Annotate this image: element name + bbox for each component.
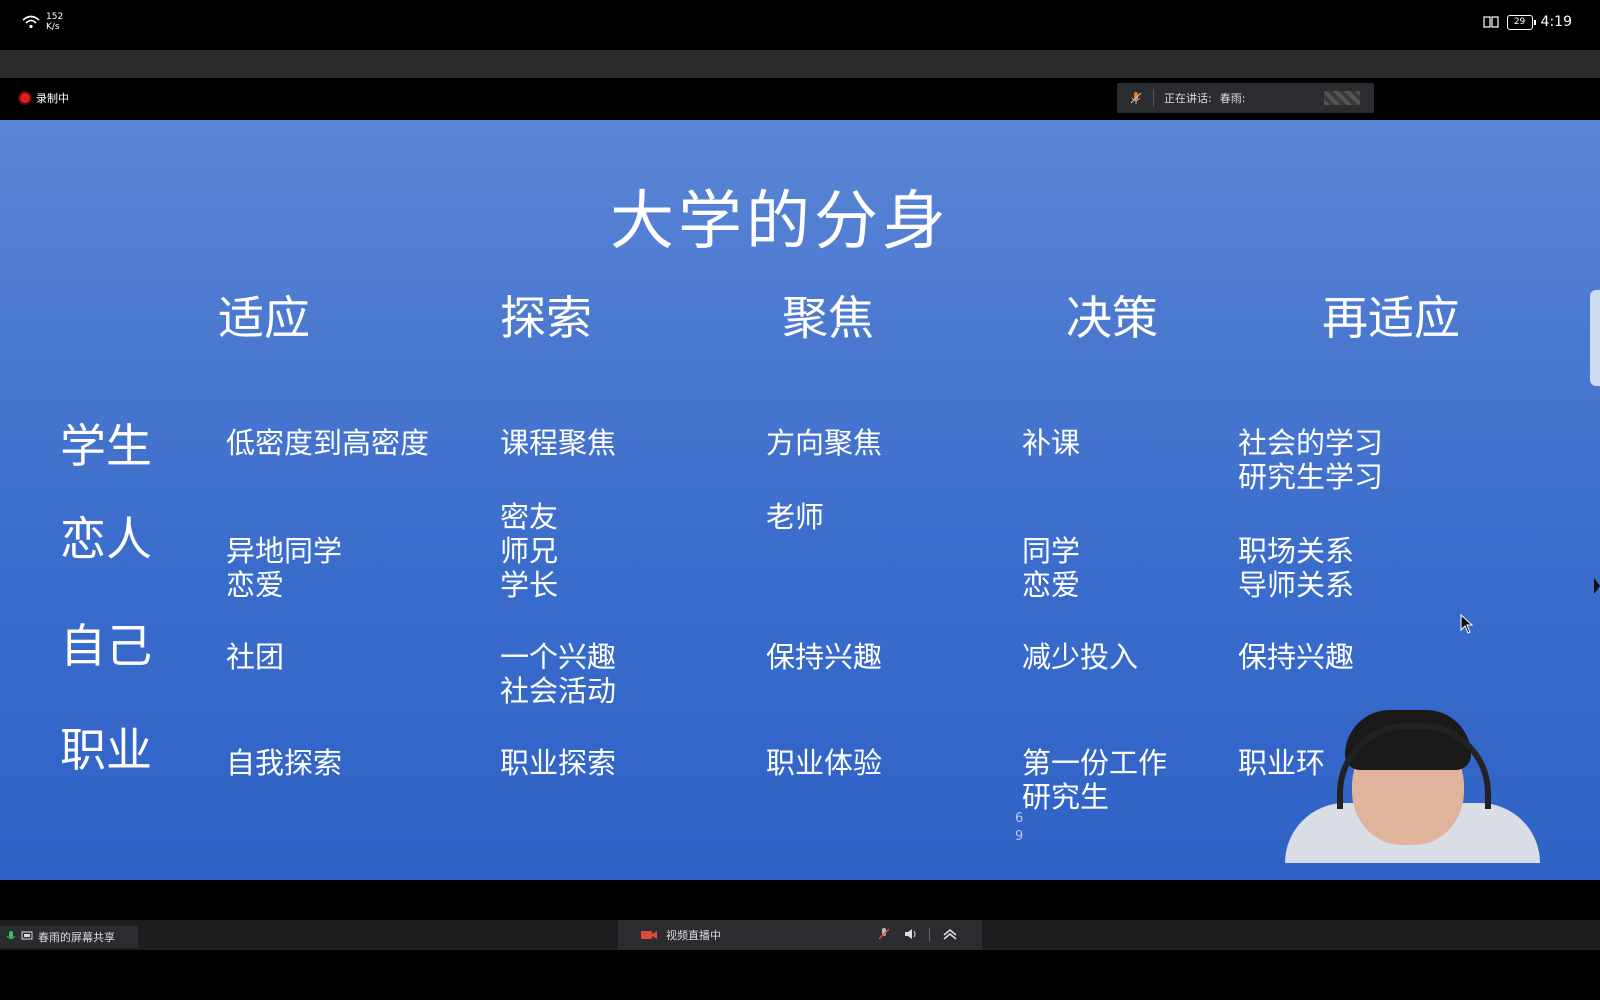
network-speed: 152 K/s: [46, 12, 63, 32]
column-header-readapt: 再适应: [1322, 291, 1460, 345]
column-header-decide: 决策: [1066, 291, 1158, 345]
chevron-up-icon[interactable]: [942, 927, 958, 944]
cell-self-readapt: 保持兴趣: [1238, 640, 1355, 674]
network-speed-unit: K/s: [46, 22, 60, 32]
recording-indicator[interactable]: 录制中: [20, 90, 69, 106]
cell-self-focus: 保持兴趣: [766, 640, 883, 674]
screen-icon: [21, 931, 33, 944]
divider: [1153, 89, 1154, 107]
meeting-top-bar: 录制中 正在讲话: 春雨:: [0, 78, 1600, 120]
mic-muted-icon[interactable]: [877, 927, 891, 944]
row-header-student: 学生: [60, 419, 152, 473]
live-controls: 视频直播中: [618, 920, 982, 950]
record-dot-icon: [20, 93, 30, 103]
screen-share-label: 春雨的屏幕共享: [38, 931, 115, 944]
cell-student-readapt: 社会的学习 研究生学习: [1238, 426, 1384, 494]
cell-self-decide: 减少投入: [1022, 640, 1139, 674]
cell-lover-explore: 密友 师兄 学长: [500, 500, 559, 602]
cell-lover-readapt: 职场关系 导师关系: [1238, 534, 1355, 602]
battery-icon: 29: [1506, 14, 1536, 30]
cell-student-decide: 补课: [1022, 426, 1081, 460]
column-header-focus: 聚焦: [782, 291, 874, 345]
column-header-explore: 探索: [500, 291, 592, 345]
cell-career-focus: 职业体验: [766, 746, 883, 780]
recording-label: 录制中: [36, 92, 69, 105]
divider: [929, 928, 930, 942]
book-icon: [1482, 16, 1499, 28]
status-bar: 152 K/s 29 4:19: [0, 0, 1600, 48]
status-left: 152 K/s: [22, 12, 63, 32]
control-icons: [877, 927, 958, 944]
cell-lover-adapt: 异地同学 恋爱: [226, 534, 343, 602]
speaker-avatar: [1324, 91, 1360, 105]
side-drawer-handle[interactable]: [1590, 290, 1600, 386]
cell-self-adapt: 社团: [226, 640, 285, 674]
app-strip: [0, 50, 1600, 78]
row-header-career: 职业: [60, 723, 152, 777]
cell-career-adapt: 自我探索: [226, 746, 343, 780]
row-header-lover: 恋人: [60, 512, 152, 566]
speaker-name: 春雨:: [1219, 92, 1246, 105]
mic-icon: [1129, 91, 1143, 105]
mic-active-icon: [6, 930, 16, 945]
cell-student-focus: 方向聚焦: [766, 426, 883, 460]
wifi-icon: [22, 15, 40, 29]
column-header-adapt: 适应: [218, 291, 310, 345]
cell-career-decide: 第一份工作 研究生: [1022, 746, 1168, 814]
speaker-icon[interactable]: [903, 927, 917, 944]
screen-share-tag[interactable]: 春雨的屏幕共享: [0, 926, 138, 948]
video-camera-icon[interactable]: [640, 929, 658, 941]
cell-lover-decide: 同学 恋爱: [1022, 534, 1081, 602]
bottom-footer: [0, 950, 1600, 1000]
clock: 4:19: [1540, 14, 1572, 30]
network-speed-value: 152: [46, 12, 64, 22]
cell-self-explore: 一个兴趣 社会活动: [500, 640, 617, 708]
slide-title: 大学的分身: [610, 185, 950, 259]
bottom-spacer: [0, 880, 1600, 920]
cell-student-explore: 课程聚焦: [500, 426, 617, 460]
row-header-self: 自己: [60, 619, 152, 673]
status-right: 29 4:19: [1482, 14, 1572, 30]
cell-career-explore: 职业探索: [500, 746, 617, 780]
live-label: 视频直播中: [666, 929, 721, 942]
speaking-label: 正在讲话:: [1164, 92, 1212, 105]
slide-page-number: 6 9: [1015, 811, 1024, 844]
speaking-indicator: 正在讲话: 春雨:: [1117, 83, 1374, 113]
meeting-bottom-bar: 春雨的屏幕共享 视频直播中: [0, 920, 1600, 950]
mouse-cursor-icon: [1460, 613, 1474, 634]
cell-lover-focus: 老师: [766, 500, 825, 534]
presenter-webcam[interactable]: [1285, 705, 1540, 863]
edge-arrow-icon[interactable]: [1594, 578, 1600, 594]
cell-student-adapt: 低密度到高密度: [226, 426, 430, 460]
